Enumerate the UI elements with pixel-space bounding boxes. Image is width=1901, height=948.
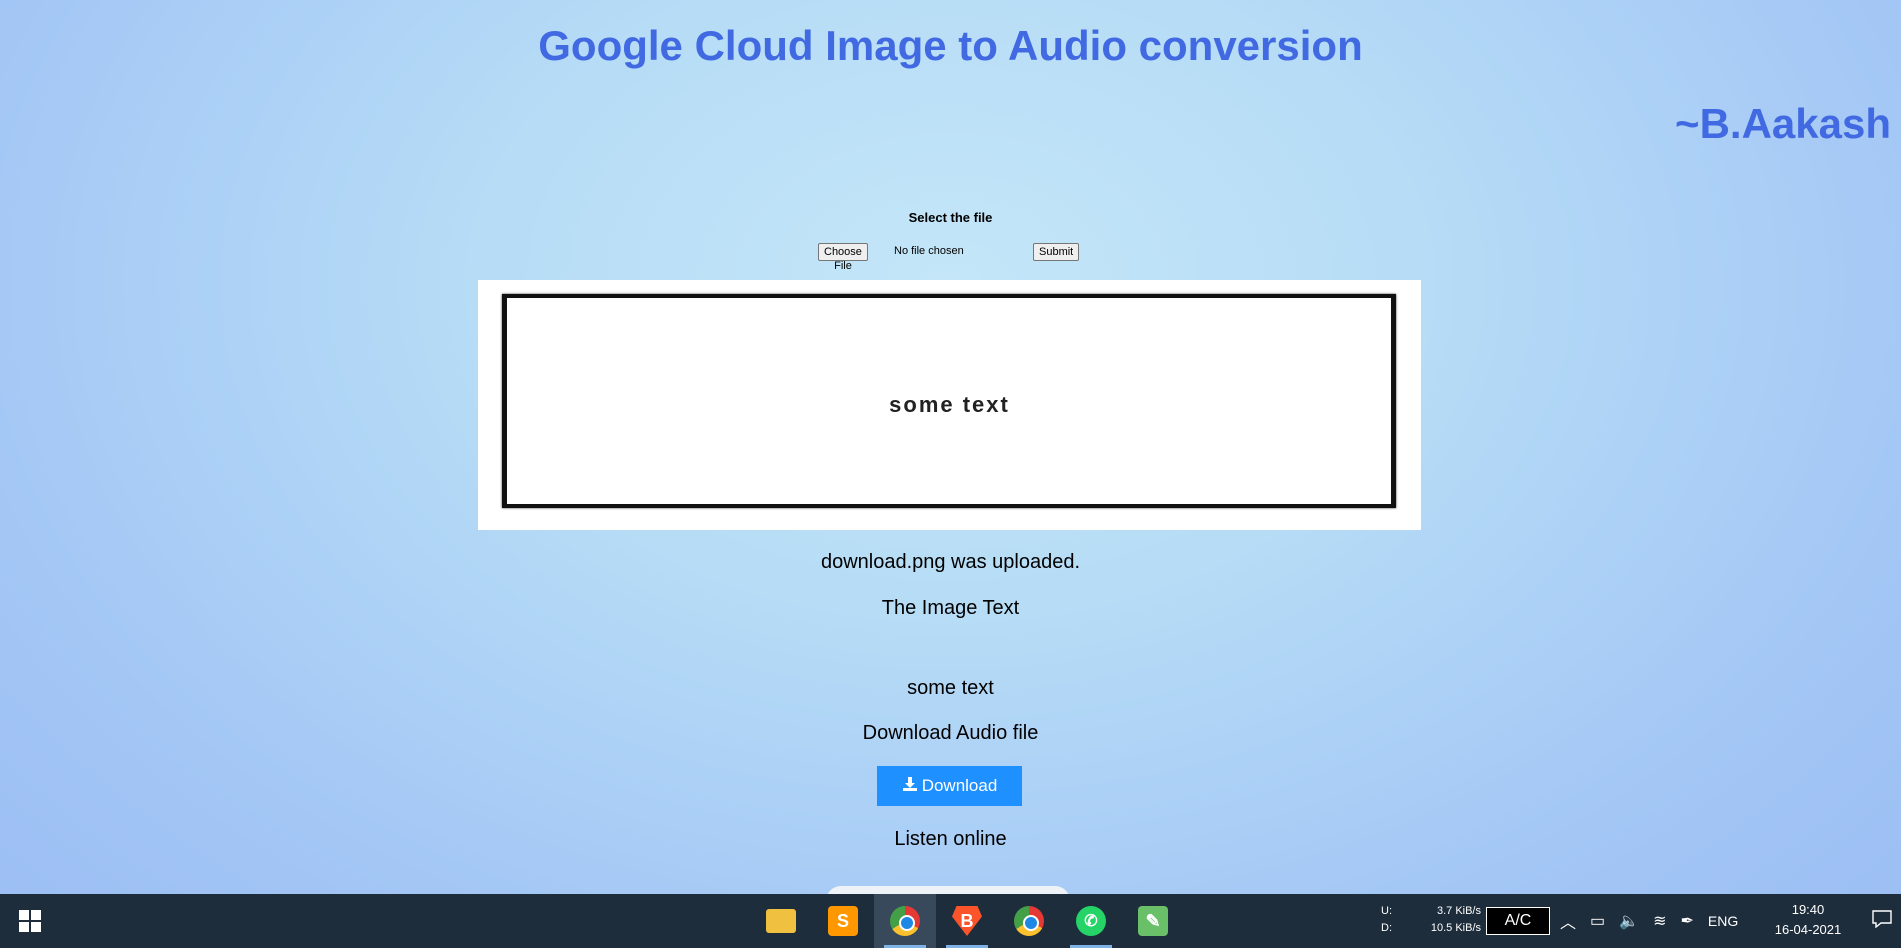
author-name: ~B.Aakash	[1675, 100, 1891, 147]
select-file-label: Select the file	[908, 210, 993, 225]
taskbar-whatsapp[interactable]: ✆	[1060, 894, 1122, 948]
image-editor-icon: ✎	[1138, 906, 1168, 936]
whatsapp-icon: ✆	[1076, 906, 1106, 936]
listen-online-heading: Listen online	[894, 828, 1007, 850]
system-clock[interactable]: 19:40 16-04-2021	[1758, 894, 1858, 948]
volume-icon[interactable]: 🔈	[1619, 911, 1639, 931]
web-page: Google Cloud Image to Audio conversion ~…	[0, 0, 1901, 894]
download-button-label: Download	[921, 776, 998, 795]
download-audio-heading: Download Audio file	[862, 722, 1039, 744]
preview-image-text: some text	[889, 392, 1010, 417]
network-speed-monitor: U: 3.7 KiB/s D: 10.5 KiB/s	[1381, 894, 1481, 937]
image-text-heading: The Image Text	[881, 597, 1020, 619]
taskbar-brave[interactable]: B	[936, 894, 998, 948]
uploaded-image-preview: some text	[478, 280, 1421, 530]
system-tray: ︿ ▭ 🔈 ≋ ✒ ENG	[1560, 894, 1738, 948]
chrome-profile-icon	[1014, 906, 1044, 936]
sublime-text-icon: S	[828, 906, 858, 936]
chevron-up-icon[interactable]: ︿	[1560, 909, 1576, 933]
audio-player[interactable]	[826, 886, 1070, 894]
windows-icon	[19, 910, 41, 932]
taskbar-chrome[interactable]	[874, 894, 936, 948]
taskbar-file-explorer[interactable]	[750, 894, 812, 948]
ac-indicator[interactable]: A/C	[1486, 907, 1550, 935]
language-indicator[interactable]: ENG	[1708, 913, 1738, 929]
upload-status-message: download.png was uploaded.	[820, 551, 1081, 573]
taskbar-image-editor[interactable]: ✎	[1122, 894, 1184, 948]
notification-icon	[1871, 909, 1892, 933]
taskbar-apps: S B ✆ ✎	[750, 894, 1184, 948]
chrome-icon	[890, 906, 920, 936]
clock-time: 19:40	[1791, 902, 1825, 917]
download-icon	[902, 776, 918, 796]
choose-file-button[interactable]: Choose File	[818, 243, 868, 272]
notification-center[interactable]	[1862, 894, 1901, 948]
download-audio-button[interactable]: Download	[877, 766, 1022, 806]
taskbar-sublime-text[interactable]: S	[812, 894, 874, 948]
clock-date: 16-04-2021	[1774, 922, 1842, 937]
brave-icon: B	[952, 906, 982, 936]
start-button[interactable]	[0, 894, 60, 948]
submit-button[interactable]: Submit	[1033, 243, 1080, 261]
wifi-icon[interactable]: ≋	[1653, 911, 1666, 931]
file-explorer-icon	[766, 909, 796, 933]
taskbar-chrome-profile[interactable]	[998, 894, 1060, 948]
pen-icon[interactable]: ✒	[1680, 911, 1693, 931]
upload-speed: U: 3.7 KiB/s	[1381, 905, 1481, 917]
page-title: Google Cloud Image to Audio conversion	[538, 22, 1363, 69]
extracted-image-text: some text	[907, 677, 994, 699]
download-speed: D: 10.5 KiB/s	[1381, 922, 1481, 934]
file-status-text: No file chosen	[894, 245, 964, 257]
battery-icon[interactable]: ▭	[1590, 911, 1605, 931]
